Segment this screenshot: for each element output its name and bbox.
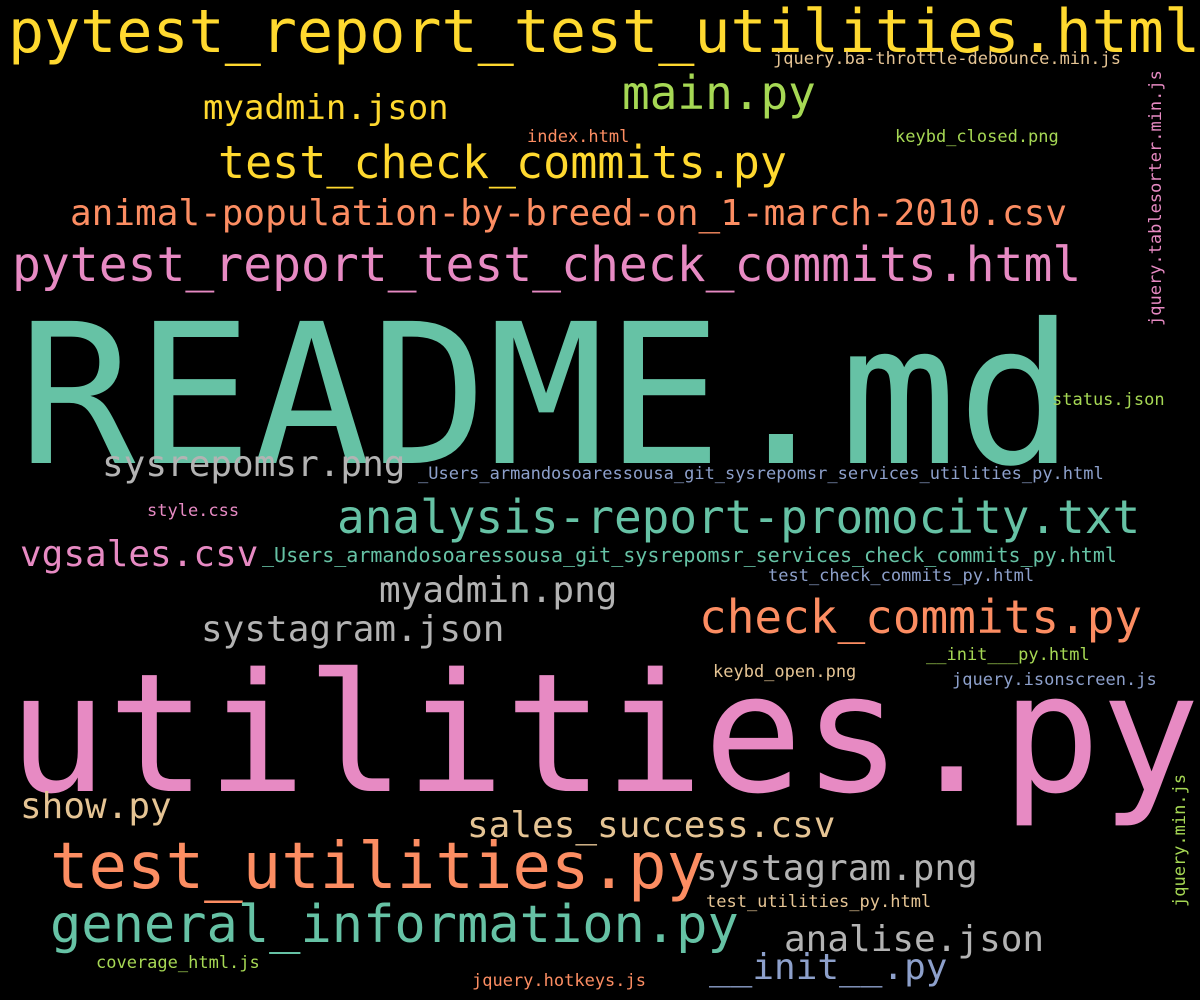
word-general-information-py: general_information.py [50, 895, 739, 955]
word-test-utilities-py-html: test_utilities_py.html [706, 892, 932, 912]
word-show-py: show.py [20, 786, 172, 827]
word-utilities-py: utilities.py [8, 638, 1200, 830]
word-jquery-ba-throttle-debounce: jquery.ba-throttle-debounce.min.js [773, 49, 1121, 69]
word-keybd-closed-png: keybd_closed.png [895, 127, 1059, 147]
word-myadmin-json: myadmin.json [203, 88, 449, 128]
word-sysrepomsr-png: sysrepomsr.png [102, 444, 406, 485]
word-analysis-report-promocity-txt: analysis-report-promocity.txt [337, 490, 1141, 544]
word-jquery-tablesorter: jquery.tablesorter.min.js [1146, 70, 1166, 326]
word-users-check-commits-py-html: _Users_armandosoaressousa_git_sysrepomsr… [262, 543, 1117, 567]
word-coverage-html-js: coverage_html.js [96, 953, 260, 973]
word-init-py: __init__.py [709, 947, 948, 988]
word-vgsales-csv: vgsales.csv [20, 534, 259, 575]
word-main-py: main.py [622, 66, 816, 120]
word-test-check-commits-py: test_check_commits.py [218, 136, 787, 189]
word-style-css: style.css [147, 501, 240, 521]
word-status-json: status.json [1052, 390, 1165, 410]
word-animal-population-csv: animal-population-by-breed-on_1-march-20… [70, 193, 1067, 234]
word-myadmin-png: myadmin.png [379, 570, 618, 611]
word-cloud: pytest_report_test_utilities.html jquery… [0, 0, 1200, 1000]
word-check-commits-py: check_commits.py [699, 590, 1143, 644]
word-test-check-commits-py-html: test_check_commits_py.html [768, 566, 1035, 586]
word-jquery-min-js: jquery.min.js [1170, 773, 1190, 907]
word-users-utilities-py-html: _Users_armandosoaressousa_git_sysrepomsr… [418, 464, 1104, 484]
word-test-utilities-py: test_utilities.py [50, 830, 706, 904]
word-jquery-hotkeys-js: jquery.hotkeys.js [472, 971, 646, 991]
word-systagram-png: systagram.png [696, 848, 978, 889]
